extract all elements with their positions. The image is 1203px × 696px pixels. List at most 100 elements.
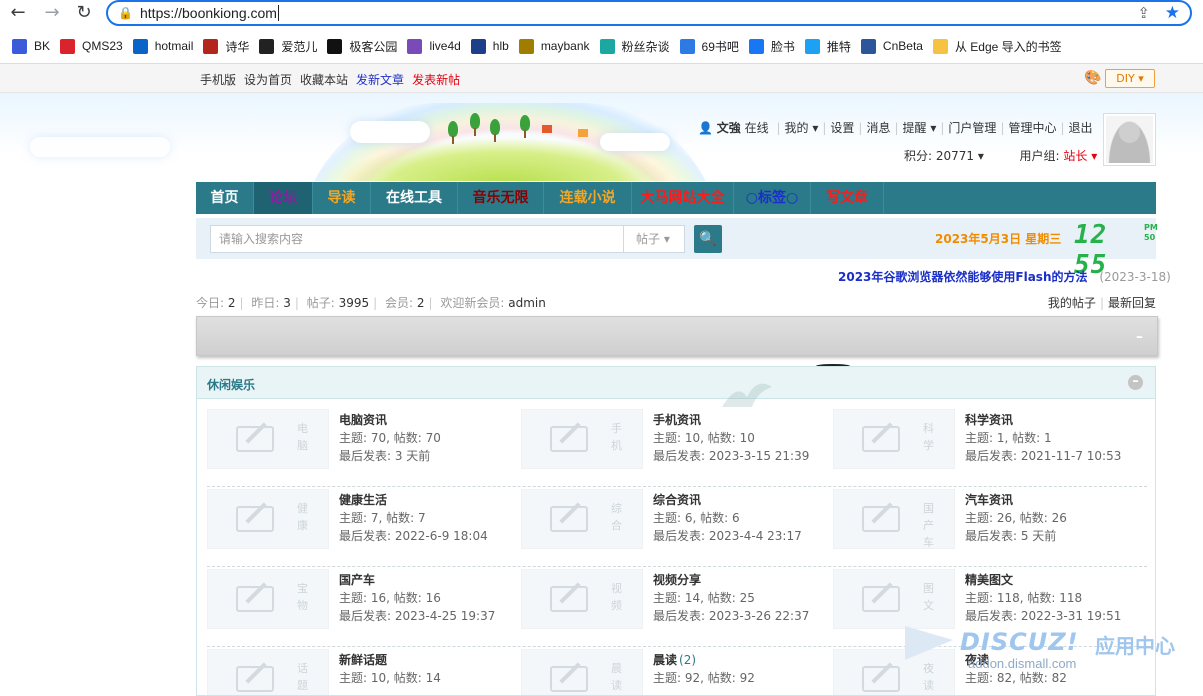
nav-item[interactable]: 写文章 [811, 182, 884, 214]
usergroup-value[interactable]: 站长 ▾ [1063, 149, 1097, 163]
bookmark-item[interactable]: 69书吧 [678, 35, 747, 57]
bookmark-item[interactable]: CnBeta [859, 35, 931, 57]
bookmark-item[interactable]: 推特 [803, 35, 859, 57]
bookmark-item[interactable]: 从 Edge 导入的书签 [931, 35, 1070, 57]
board-name-text[interactable]: 视频分享 [653, 573, 701, 587]
search-input[interactable]: 请输入搜索内容 [210, 225, 624, 253]
bookmark-item[interactable]: 诗华 [201, 35, 257, 57]
board-name-text[interactable]: 国产车 [339, 573, 375, 587]
board-last-post[interactable]: 最后发表: 3 天前 [339, 447, 441, 465]
collapsed-panel[interactable]: – [196, 316, 1158, 356]
forum-board[interactable]: 电脑 电脑资讯 主题: 70, 帖数: 70 最后发表: 3 天前 [207, 409, 519, 473]
board-last-post[interactable]: 最后发表: 2023-4-25 19:37 [339, 607, 495, 625]
user-menu-item[interactable]: 门户管理 [948, 121, 996, 135]
user-menu-item[interactable]: 管理中心 [1008, 121, 1056, 135]
nav-item[interactable]: ○标签○ [734, 182, 811, 214]
board-last-post[interactable]: 最后发表: 2021-11-7 10:53 [965, 447, 1121, 465]
toolbar-link[interactable]: 收藏本站 [300, 73, 348, 87]
board-name-text[interactable]: 新鲜话题 [339, 653, 387, 667]
board-name-text[interactable]: 晨读 [653, 653, 677, 667]
board-name[interactable]: 电脑资讯 [339, 411, 387, 428]
user-menu-item[interactable]: 设置 [830, 121, 854, 135]
share-icon[interactable]: ⇪ [1137, 4, 1150, 22]
my-posts-link[interactable]: 我的帖子 [1048, 296, 1096, 310]
toolbar-link[interactable]: 发表新帖 [412, 73, 460, 87]
points-link[interactable]: 积分: 20771 ▾ [904, 149, 984, 163]
board-name-text[interactable]: 综合资讯 [653, 493, 701, 507]
board-name[interactable]: 科学资讯 [965, 411, 1013, 428]
forum-board[interactable]: 宝物 国产车 主题: 16, 帖数: 16 最后发表: 2023-4-25 19:37 [207, 569, 519, 633]
forum-board[interactable]: 国产车 汽车资讯 主题: 26, 帖数: 26 最后发表: 5 天前 [833, 489, 1145, 553]
board-name[interactable]: 晨读 (2) [653, 651, 696, 668]
search-type-select[interactable]: 帖子 ▾ [624, 225, 685, 253]
board-name[interactable]: 国产车 [339, 571, 375, 588]
board-name[interactable]: 视频分享 [653, 571, 701, 588]
bookmark-item[interactable]: hotmail [131, 35, 202, 57]
announcement-link[interactable]: 2023年谷歌浏览器依然能够使用Flash的方法 [838, 270, 1088, 284]
avatar[interactable] [1103, 113, 1156, 166]
nav-item[interactable]: 大马网站大全 [632, 182, 734, 214]
search-button[interactable]: 🔍 [694, 225, 722, 253]
board-thumbnail[interactable]: 综合 [521, 489, 643, 549]
board-name[interactable]: 手机资讯 [653, 411, 701, 428]
board-thumbnail[interactable]: 手机 [521, 409, 643, 469]
user-menu-item[interactable]: 提醒 ▾ [903, 121, 937, 135]
user-menu-item[interactable]: 退出 [1069, 121, 1093, 135]
board-name-text[interactable]: 科学资讯 [965, 413, 1013, 427]
board-thumbnail[interactable]: 话题 [207, 649, 329, 695]
board-name-text[interactable]: 电脑资讯 [339, 413, 387, 427]
bookmark-item[interactable]: 脸书 [747, 35, 803, 57]
board-name-text[interactable]: 精美图文 [965, 573, 1013, 587]
bookmark-item[interactable]: maybank [517, 35, 598, 57]
address-bar-text[interactable]: https://boonkiong.com [140, 5, 279, 21]
board-thumbnail[interactable]: 视频 [521, 569, 643, 629]
collapse-icon[interactable]: – [1136, 329, 1143, 345]
forum-category-title[interactable]: 休闲娱乐 [207, 376, 255, 393]
board-name[interactable]: 综合资讯 [653, 491, 701, 508]
user-menu-item[interactable]: 我的 ▾ [785, 121, 819, 135]
board-thumbnail[interactable]: 健康 [207, 489, 329, 549]
back-icon[interactable]: ← [6, 2, 30, 24]
nav-item[interactable]: 论坛 [254, 182, 313, 214]
board-last-post[interactable]: 最后发表: 2023-3-15 21:39 [653, 447, 809, 465]
diy-button[interactable]: DIY ▾ [1105, 69, 1155, 88]
forum-board[interactable]: 手机 手机资讯 主题: 10, 帖数: 10 最后发表: 2023-3-15 21:3… [521, 409, 833, 473]
board-name-text[interactable]: 手机资讯 [653, 413, 701, 427]
reload-icon[interactable]: ↻ [72, 2, 96, 24]
board-thumbnail[interactable]: 宝物 [207, 569, 329, 629]
forward-icon[interactable]: → [40, 2, 64, 24]
board-last-post[interactable]: 最后发表: 2023-4-4 23:17 [653, 527, 802, 545]
collapse-category-icon[interactable]: – [1128, 375, 1143, 390]
forum-board[interactable]: 晨读 晨读 (2) 主题: 92, 帖数: 92 [521, 649, 833, 695]
user-menu-item[interactable]: 消息 [866, 121, 890, 135]
forum-board[interactable]: 视频 视频分享 主题: 14, 帖数: 25 最后发表: 2023-3-26 22:3… [521, 569, 833, 633]
board-last-post[interactable]: 最后发表: 2022-6-9 18:04 [339, 527, 488, 545]
address-bar[interactable]: 🔒 https://boonkiong.com ⇪ ★ [106, 0, 1192, 26]
toolbar-link[interactable]: 手机版 [200, 73, 236, 87]
newest-member-link[interactable]: admin [508, 296, 546, 310]
bookmark-item[interactable]: hlb [469, 35, 517, 57]
bookmark-item[interactable]: 粉丝杂谈 [598, 35, 678, 57]
board-name[interactable]: 精美图文 [965, 571, 1013, 588]
board-thumbnail[interactable]: 国产车 [833, 489, 955, 549]
board-last-post[interactable]: 最后发表: 2022-3-31 19:51 [965, 607, 1121, 625]
board-thumbnail[interactable]: 晨读 [521, 649, 643, 695]
nav-item[interactable]: 首页 [196, 182, 254, 214]
forum-board[interactable]: 话题 新鲜话题 主题: 10, 帖数: 14 [207, 649, 519, 695]
nav-item[interactable]: 连载小说 [544, 182, 632, 214]
board-last-post[interactable]: 最后发表: 2023-3-26 22:37 [653, 607, 809, 625]
nav-item[interactable]: 在线工具 [371, 182, 458, 214]
bookmark-item[interactable]: live4d [405, 35, 468, 57]
board-thumbnail[interactable]: 科学 [833, 409, 955, 469]
board-name-text[interactable]: 汽车资讯 [965, 493, 1013, 507]
board-last-post[interactable]: 最后发表: 5 天前 [965, 527, 1067, 545]
forum-board[interactable]: 综合 综合资讯 主题: 6, 帖数: 6 最后发表: 2023-4-4 23:17 [521, 489, 833, 553]
board-name-text[interactable]: 健康生活 [339, 493, 387, 507]
toolbar-link[interactable]: 发新文章 [356, 73, 404, 87]
palette-icon[interactable]: 🎨 [1084, 70, 1101, 86]
bookmark-item[interactable]: 极客公园 [325, 35, 405, 57]
bookmark-item[interactable]: QMS23 [58, 35, 131, 57]
board-name[interactable]: 健康生活 [339, 491, 387, 508]
toolbar-link[interactable]: 设为首页 [244, 73, 292, 87]
bookmark-item[interactable]: 爱范儿 [257, 35, 325, 57]
